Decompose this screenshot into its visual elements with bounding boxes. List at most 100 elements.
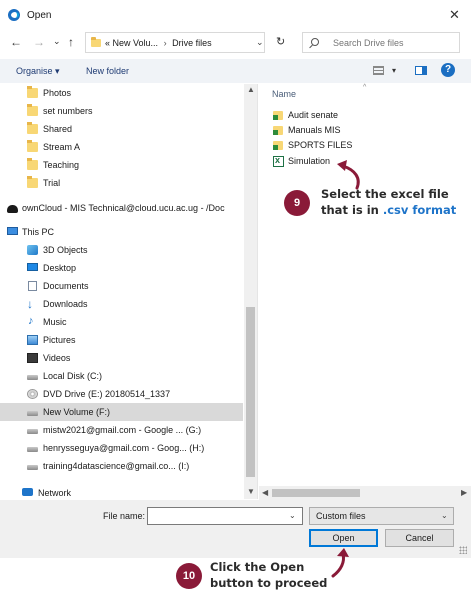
title-bar: Open ✕ <box>0 0 471 30</box>
sidebar-item-drive-g[interactable]: mistw2021@gmail.com - Google ... (G:) <box>0 421 243 439</box>
refresh-icon[interactable]: ↻ <box>276 35 285 48</box>
sidebar-item-trial[interactable]: Trial <box>0 174 243 192</box>
step-10-line-2: button to proceed <box>210 576 328 590</box>
folder-icon <box>27 122 38 134</box>
videos-icon <box>27 353 38 363</box>
sidebar-item-label: Trial <box>43 178 61 188</box>
search-input[interactable] <box>333 38 453 48</box>
recent-locations-icon[interactable]: ⌄ <box>53 36 61 47</box>
new-folder-button[interactable]: New folder <box>86 66 129 76</box>
sidebar-item-photos[interactable]: Photos <box>0 84 243 102</box>
sidebar-item-3d-objects[interactable]: 3D Objects <box>0 241 243 259</box>
scrollbar-thumb[interactable] <box>246 307 255 477</box>
file-name-dropdown-icon[interactable]: ⌄ <box>289 511 296 520</box>
sidebar-item-label: Photos <box>43 88 72 98</box>
file-name-label: File name: <box>103 511 146 521</box>
sidebar-item-label: Teaching <box>43 160 80 170</box>
open-file-dialog: Open ✕ ← → ⌄ ↑ « New Volu... › Drive fil… <box>0 0 471 558</box>
preview-pane-icon[interactable] <box>415 66 427 75</box>
step-9-callout: Select the excel file that is in .csv fo… <box>321 186 456 218</box>
drive-icon <box>27 429 38 434</box>
sidebar-item-owncloud[interactable]: ownCloud - MIS Technical@cloud.ucu.ac.ug… <box>0 199 243 217</box>
address-dropdown-icon[interactable]: ⌄ <box>256 37 264 48</box>
up-arrow-icon[interactable]: ↑ <box>68 35 74 49</box>
step-10-arrow-icon <box>331 548 349 578</box>
organise-menu[interactable]: Organise ▾ <box>16 66 60 77</box>
sidebar-item-desktop[interactable]: Desktop <box>0 259 243 277</box>
folder-shortcut-icon <box>273 141 283 150</box>
sidebar-item-label: Downloads <box>43 299 88 309</box>
folder-icon <box>27 86 38 98</box>
sidebar-item-label: This PC <box>22 227 55 237</box>
step-9-badge: 9 <box>284 190 310 216</box>
file-item-label: SPORTS FILES <box>288 140 353 150</box>
horizontal-scrollbar[interactable]: ◀ ▶ <box>259 486 471 500</box>
file-type-value: Custom files <box>316 511 366 521</box>
sidebar-item-label: Desktop <box>43 263 77 273</box>
network-icon <box>22 488 33 496</box>
folder-icon <box>27 104 38 116</box>
sidebar-item-stream-a[interactable]: Stream A <box>0 138 243 156</box>
command-toolbar: Organise ▾ New folder ▾ ? <box>0 59 471 83</box>
sidebar-item-music[interactable]: ♪ Music <box>0 313 243 331</box>
sidebar-item-new-volume-f[interactable]: New Volume (F:) <box>0 403 243 421</box>
sidebar-item-label: mistw2021@gmail.com - Google ... (G:) <box>43 425 202 435</box>
sidebar-item-drive-i[interactable]: training4datascience@gmail.co... (I:) <box>0 457 243 475</box>
view-options-icon[interactable] <box>373 66 384 75</box>
file-item-label: Manuals MIS <box>288 125 341 135</box>
step-10-callout: Click the Open button to proceed <box>210 559 327 591</box>
close-icon[interactable]: ✕ <box>449 7 460 23</box>
excel-csv-icon <box>273 155 284 167</box>
sidebar-item-dvd-drive-e[interactable]: DVD Drive (E:) 20180514_1337 <box>0 385 243 403</box>
sidebar-item-local-disk-c[interactable]: Local Disk (C:) <box>0 367 243 385</box>
sidebar-item-network[interactable]: Network <box>0 484 243 499</box>
sidebar-item-label: Network <box>38 488 72 498</box>
sidebar-item-drive-h[interactable]: henrysseguya@gmail.com - Goog... (H:) <box>0 439 243 457</box>
file-item-label: Simulation <box>288 156 331 166</box>
downloads-icon: ↓ <box>27 297 33 311</box>
folder-icon <box>91 37 101 47</box>
breadcrumb-new-volume[interactable]: New Volu... <box>113 38 159 48</box>
resize-grip-icon[interactable] <box>459 546 467 554</box>
sidebar-item-label: henrysseguya@gmail.com - Goog... (H:) <box>43 443 205 453</box>
drive-icon <box>27 465 38 470</box>
scrollbar-thumb[interactable] <box>272 489 360 497</box>
address-bar[interactable]: « New Volu... › Drive files ⌄ <box>85 32 265 53</box>
file-type-select[interactable]: Custom files ⌄ <box>309 507 454 525</box>
sidebar-item-label: DVD Drive (E:) 20180514_1337 <box>43 389 171 399</box>
back-arrow-icon[interactable]: ← <box>10 35 22 49</box>
sidebar-item-label: Documents <box>43 281 89 291</box>
breadcrumb-overflow[interactable]: « <box>105 38 110 48</box>
folder-icon <box>27 176 38 188</box>
view-dropdown-icon[interactable]: ▾ <box>392 66 396 75</box>
open-button[interactable]: Open <box>309 529 378 547</box>
sidebar-item-documents[interactable]: Documents <box>0 277 243 295</box>
sidebar-item-this-pc[interactable]: This PC <box>0 223 243 241</box>
help-icon[interactable]: ? <box>441 63 455 77</box>
sidebar-item-videos[interactable]: Videos <box>0 349 243 367</box>
navigation-scrollbar[interactable]: ▲ ▼ <box>244 84 257 499</box>
sidebar-item-downloads[interactable]: ↓ Downloads <box>0 295 243 313</box>
pc-icon <box>7 227 18 235</box>
cancel-button[interactable]: Cancel <box>385 529 454 547</box>
breadcrumb-drive-files[interactable]: Drive files <box>172 38 212 48</box>
scroll-up-icon[interactable]: ▲ <box>247 85 255 94</box>
forward-arrow-icon[interactable]: → <box>33 35 45 49</box>
dialog-title: Open <box>27 10 52 21</box>
sidebar-item-shared[interactable]: Shared <box>0 120 243 138</box>
sort-ascending-icon: ^ <box>363 84 367 91</box>
scroll-down-icon[interactable]: ▼ <box>247 487 255 496</box>
sidebar-item-pictures[interactable]: Pictures <box>0 331 243 349</box>
scroll-left-icon[interactable]: ◀ <box>262 488 268 497</box>
search-box[interactable] <box>302 32 460 53</box>
sidebar-item-label: Local Disk (C:) <box>43 371 103 381</box>
file-name-input[interactable]: ⌄ <box>147 507 303 525</box>
sidebar-item-set-numbers[interactable]: set numbers <box>0 102 243 120</box>
step-9-line-2: that is in .csv format <box>321 203 457 217</box>
step-10-line-1: Click the Open <box>210 560 305 574</box>
sidebar-item-label: Stream A <box>43 142 81 152</box>
column-header-name[interactable]: Name <box>272 89 296 99</box>
folder-shortcut-icon <box>273 126 283 135</box>
scroll-right-icon[interactable]: ▶ <box>461 488 467 497</box>
sidebar-item-teaching[interactable]: Teaching <box>0 156 243 174</box>
